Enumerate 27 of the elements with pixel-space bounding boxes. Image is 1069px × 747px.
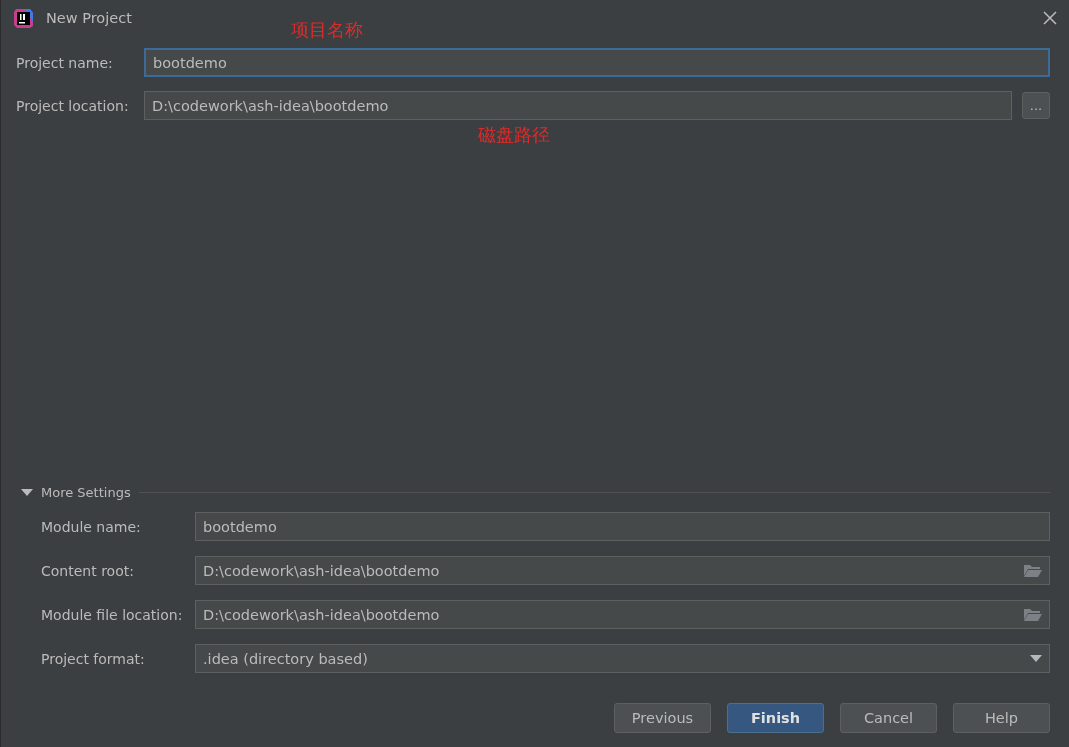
field-label: Project name:	[16, 54, 114, 71]
field-label: Module name:	[41, 518, 142, 535]
text-field[interactable]: bootdemo	[195, 512, 1050, 541]
field-label: Project format:	[41, 650, 146, 667]
dialog-button[interactable]: Finish	[727, 703, 824, 733]
dialog-button[interactable]: Previous	[614, 703, 711, 733]
folder-icon[interactable]	[1023, 563, 1042, 578]
dropdown-arrow-icon[interactable]	[1030, 654, 1042, 663]
dropdown[interactable]: .idea (directory based)	[195, 644, 1050, 673]
annotation-text: 项目名称	[291, 18, 363, 42]
field-label: Module file location:	[41, 606, 184, 623]
field-label: Project location:	[16, 97, 130, 114]
field-label: Content root:	[41, 562, 135, 579]
section-toggle[interactable]: More Settings	[41, 485, 131, 500]
folder-icon[interactable]	[1023, 607, 1042, 622]
text-field[interactable]: D:\codework\ash-idea\bootdemo	[144, 91, 1012, 120]
window-title: New Project	[46, 10, 133, 26]
path-field[interactable]: D:\codework\ash-idea\bootdemo	[195, 556, 1050, 585]
expand-triangle-icon[interactable]	[21, 488, 33, 497]
dialog-button[interactable]: Help	[953, 703, 1050, 733]
dialog-button[interactable]: Cancel	[840, 703, 937, 733]
app-logo-icon	[13, 7, 34, 29]
close-icon[interactable]	[1043, 11, 1057, 25]
path-field[interactable]: D:\codework\ash-idea\bootdemo	[195, 600, 1050, 629]
text-field[interactable]: bootdemo	[144, 48, 1050, 77]
browse-button[interactable]: ...	[1022, 92, 1050, 119]
annotation-text: 磁盘路径	[478, 123, 550, 147]
